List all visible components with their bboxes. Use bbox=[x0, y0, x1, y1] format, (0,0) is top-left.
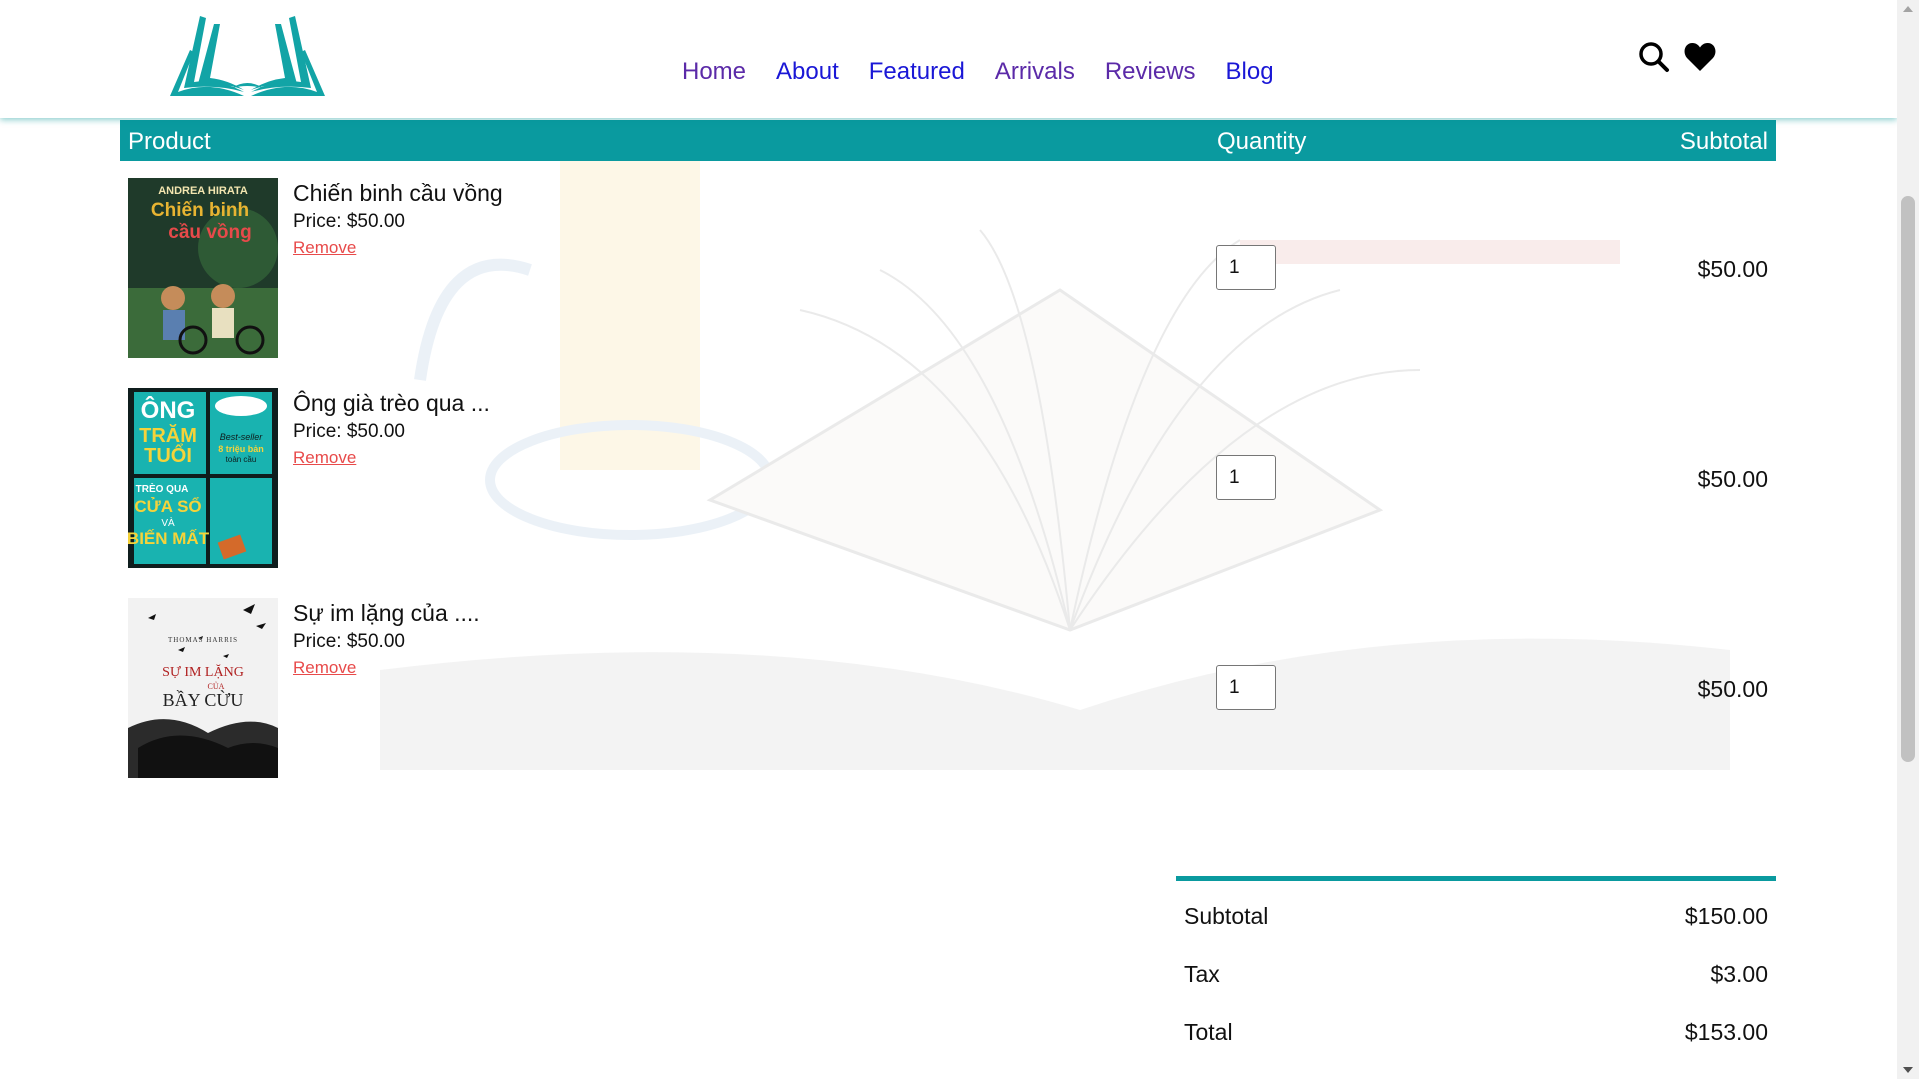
column-product: Product bbox=[128, 128, 211, 155]
svg-text:SỰ IM LẶNG: SỰ IM LẶNG bbox=[162, 663, 244, 680]
cart-row: THOMAS HARRIS SỰ IM LẶNG CỦA BẦY CỪU Sự … bbox=[120, 598, 1776, 778]
remove-link[interactable]: Remove bbox=[293, 448, 356, 468]
cart-table-header: Product Quantity Subtotal bbox=[120, 120, 1776, 161]
book-cover-image: THOMAS HARRIS SỰ IM LẶNG CỦA BẦY CỪU bbox=[128, 598, 278, 778]
vertical-scrollbar[interactable] bbox=[1897, 0, 1919, 1079]
scroll-up-arrow-icon[interactable] bbox=[1903, 6, 1913, 12]
item-details: Sự im lặng của .... Price: $50.00 Remove bbox=[293, 598, 480, 678]
totals-tax-line: Tax $3.00 bbox=[1176, 939, 1776, 997]
open-book-logo[interactable] bbox=[170, 10, 325, 102]
item-price: Price: $50.00 bbox=[293, 421, 405, 442]
cart-row: ÔNG TRĂM TUỔI TRÈO QUA CỬA SỔ VÀ BIẾN MẤ… bbox=[120, 388, 1776, 568]
svg-text:8 triệu bản: 8 triệu bản bbox=[218, 444, 264, 454]
nav-blog[interactable]: Blog bbox=[1226, 58, 1274, 86]
svg-text:BẦY CỪU: BẦY CỪU bbox=[163, 689, 244, 710]
item-price: Price: $50.00 bbox=[293, 631, 405, 652]
header-icons bbox=[1638, 41, 1716, 78]
search-icon[interactable] bbox=[1638, 41, 1670, 78]
row-subtotal: $50.00 bbox=[1697, 466, 1768, 492]
svg-text:toàn cầu: toàn cầu bbox=[226, 455, 257, 464]
remove-link[interactable]: Remove bbox=[293, 238, 356, 258]
totals-subtotal-line: Subtotal $150.00 bbox=[1176, 881, 1776, 939]
book-cover-image: ANDREA HIRATA Chiến binh cầu vồng bbox=[128, 178, 278, 358]
svg-text:Chiến binh: Chiến binh bbox=[151, 200, 249, 221]
row-subtotal: $50.00 bbox=[1697, 256, 1768, 282]
heart-icon[interactable] bbox=[1684, 42, 1716, 77]
svg-text:TUỔI: TUỔI bbox=[144, 443, 192, 467]
svg-text:VÀ: VÀ bbox=[161, 516, 175, 529]
book-cover-image: ÔNG TRĂM TUỔI TRÈO QUA CỬA SỔ VÀ BIẾN MẤ… bbox=[128, 388, 278, 568]
item-title: Ông già trèo qua ... bbox=[293, 390, 490, 416]
item-price: Price: $50.00 bbox=[293, 211, 405, 232]
svg-text:ANDREA HIRATA: ANDREA HIRATA bbox=[158, 185, 248, 197]
totals-value: $153.00 bbox=[1684, 1019, 1768, 1045]
item-details: Ông già trèo qua ... Price: $50.00 Remov… bbox=[293, 388, 490, 468]
column-quantity: Quantity bbox=[1217, 128, 1307, 155]
svg-text:TRÈO QUA: TRÈO QUA bbox=[136, 482, 189, 495]
column-subtotal: Subtotal bbox=[1679, 128, 1768, 155]
cart-row: ANDREA HIRATA Chiến binh cầu vồng Chiến … bbox=[120, 178, 1776, 358]
quantity-input[interactable] bbox=[1216, 455, 1276, 500]
scrollbar-thumb[interactable] bbox=[1901, 196, 1915, 762]
svg-text:CỬA SỔ: CỬA SỔ bbox=[134, 497, 201, 516]
quantity-input[interactable] bbox=[1216, 245, 1276, 290]
site-header: Home About Featured Arrivals Reviews Blo… bbox=[0, 0, 1897, 118]
main-nav: Home About Featured Arrivals Reviews Blo… bbox=[682, 58, 1274, 86]
nav-about[interactable]: About bbox=[776, 58, 839, 86]
item-title: Sự im lặng của .... bbox=[293, 600, 480, 626]
item-details: Chiến binh cầu vồng Price: $50.00 Remove bbox=[293, 178, 503, 258]
totals-label: Total bbox=[1184, 1019, 1233, 1045]
totals-total-line: Total $153.00 bbox=[1176, 997, 1776, 1055]
nav-featured[interactable]: Featured bbox=[869, 58, 965, 86]
quantity-input[interactable] bbox=[1216, 665, 1276, 710]
item-title: Chiến binh cầu vồng bbox=[293, 180, 503, 206]
totals-value: $150.00 bbox=[1684, 903, 1768, 929]
svg-text:BIẾN MẤT: BIẾN MẤT bbox=[128, 529, 210, 548]
svg-text:ÔNG: ÔNG bbox=[141, 396, 196, 424]
remove-link[interactable]: Remove bbox=[293, 658, 356, 678]
svg-text:Best-seller: Best-seller bbox=[220, 432, 264, 442]
totals-label: Subtotal bbox=[1184, 903, 1269, 929]
row-subtotal: $50.00 bbox=[1697, 676, 1768, 702]
svg-text:TRĂM: TRĂM bbox=[139, 424, 197, 447]
svg-text:THOMAS HARRIS: THOMAS HARRIS bbox=[168, 636, 238, 644]
svg-text:cầu vồng: cầu vồng bbox=[168, 222, 251, 243]
nav-arrivals[interactable]: Arrivals bbox=[995, 58, 1075, 86]
totals-label: Tax bbox=[1184, 961, 1220, 987]
totals-value: $3.00 bbox=[1710, 961, 1768, 987]
nav-home[interactable]: Home bbox=[682, 58, 746, 86]
cart-totals: Subtotal $150.00 Tax $3.00 Total $153.00 bbox=[1176, 876, 1776, 1055]
nav-reviews[interactable]: Reviews bbox=[1105, 58, 1196, 86]
scroll-down-arrow-icon[interactable] bbox=[1903, 1067, 1913, 1073]
